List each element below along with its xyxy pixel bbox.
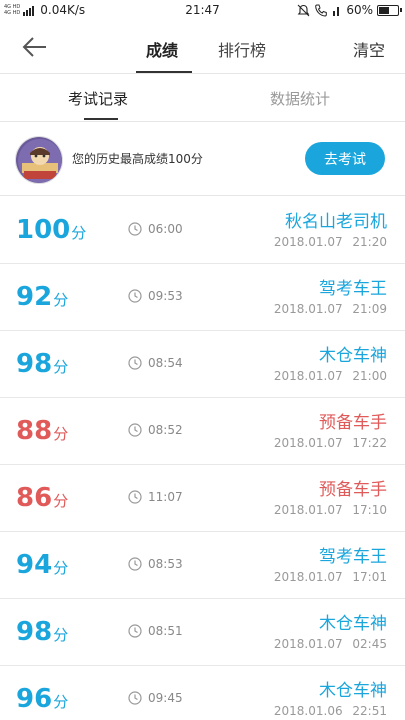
record-row[interactable]: 88分 08:52 预备车手 2018.01.07 17:22 xyxy=(0,398,405,465)
record-score: 94分 xyxy=(16,550,68,583)
record-datetime: 2018.01.07 17:22 xyxy=(273,436,387,450)
back-button[interactable] xyxy=(18,32,52,62)
sub-tabs: 考试记录 数据统计 xyxy=(0,74,405,122)
battery-icon xyxy=(377,4,402,16)
record-title: 驾考车王 xyxy=(319,547,387,567)
record-duration-text: 09:53 xyxy=(148,289,183,303)
tab-leaderboard[interactable]: 排行榜 xyxy=(218,37,266,61)
record-duration-text: 08:54 xyxy=(148,356,183,370)
record-score-unit: 分 xyxy=(53,425,69,443)
record-duration: 08:51 xyxy=(128,624,183,638)
record-title: 预备车手 xyxy=(319,480,387,500)
record-row[interactable]: 98分 08:51 木仓车神 2018.01.07 02:45 xyxy=(0,599,405,666)
clock-icon xyxy=(128,423,142,437)
record-score-value: 98 xyxy=(16,349,53,379)
tab-exam-records[interactable]: 考试记录 xyxy=(68,88,128,109)
clock-icon xyxy=(128,490,142,504)
record-duration: 09:45 xyxy=(128,691,183,705)
mute-bell-icon xyxy=(297,4,310,16)
record-duration: 08:52 xyxy=(128,423,183,437)
record-datetime: 2018.01.07 21:09 xyxy=(273,302,387,316)
active-subtab-indicator xyxy=(84,118,118,120)
record-score-unit: 分 xyxy=(53,492,69,510)
record-duration: 11:07 xyxy=(128,490,183,504)
record-datetime: 2018.01.07 21:00 xyxy=(273,369,387,383)
record-duration-text: 06:00 xyxy=(148,222,183,236)
best-score-text: 您的历史最高成绩100分 xyxy=(72,152,203,166)
status-bar: 4G HD 4G HD 0.04K/s 21:47 60% xyxy=(0,0,405,22)
record-row[interactable]: 92分 09:53 驾考车王 2018.01.07 21:09 xyxy=(0,264,405,331)
record-row[interactable]: 86分 11:07 预备车手 2018.01.07 17:10 xyxy=(0,465,405,532)
clock-icon xyxy=(128,356,142,370)
hd-call-icon xyxy=(315,4,328,17)
record-score-unit: 分 xyxy=(71,224,87,242)
record-title: 木仓车神 xyxy=(319,346,387,366)
record-duration-text: 09:45 xyxy=(148,691,183,705)
record-duration-text: 08:52 xyxy=(148,423,183,437)
battery-percent: 60% xyxy=(346,3,373,17)
tab-data-stats[interactable]: 数据统计 xyxy=(270,88,330,109)
record-score: 88分 xyxy=(16,416,68,449)
clock-icon xyxy=(128,691,142,705)
clock-icon xyxy=(128,289,142,303)
record-duration-text: 11:07 xyxy=(148,490,183,504)
record-score-value: 100 xyxy=(16,215,71,245)
record-score: 100分 xyxy=(16,215,86,248)
record-score-unit: 分 xyxy=(53,693,69,711)
record-score-value: 96 xyxy=(16,684,53,714)
record-title: 驾考车王 xyxy=(319,279,387,299)
avatar xyxy=(15,136,63,184)
record-score-unit: 分 xyxy=(53,291,69,309)
record-score-value: 86 xyxy=(16,483,53,513)
record-title: 预备车手 xyxy=(319,413,387,433)
record-score: 92分 xyxy=(16,282,68,315)
record-score-unit: 分 xyxy=(53,559,69,577)
record-datetime: 2018.01.07 17:01 xyxy=(273,570,387,584)
record-score-unit: 分 xyxy=(53,358,69,376)
arrow-left-icon xyxy=(22,37,46,57)
clock-icon xyxy=(128,624,142,638)
record-score-value: 94 xyxy=(16,550,53,580)
record-score-value: 92 xyxy=(16,282,53,312)
record-score-unit: 分 xyxy=(53,626,69,644)
records-list: 100分 06:00 秋名山老司机 2018.01.07 21:20 92分 0… xyxy=(0,197,405,720)
record-score: 96分 xyxy=(16,684,68,717)
status-right: 60% xyxy=(297,3,402,17)
record-score: 86分 xyxy=(16,483,68,516)
record-duration: 08:54 xyxy=(128,356,183,370)
top-nav: 成绩 排行榜 清空 xyxy=(0,24,405,74)
record-score: 98分 xyxy=(16,349,68,382)
record-datetime: 2018.01.07 17:10 xyxy=(273,503,387,517)
avatar-cartoon-image xyxy=(16,137,62,183)
record-title: 木仓车神 xyxy=(319,614,387,634)
record-title: 木仓车神 xyxy=(319,681,387,701)
record-row[interactable]: 96分 09:45 木仓车神 2018.01.06 22:51 xyxy=(0,666,405,720)
active-tab-indicator xyxy=(136,71,192,73)
best-score-banner: 您的历史最高成绩100分 去考试 xyxy=(0,122,405,196)
record-duration: 06:00 xyxy=(128,222,183,236)
record-duration-text: 08:53 xyxy=(148,557,183,571)
record-score-value: 88 xyxy=(16,416,53,446)
tab-score[interactable]: 成绩 xyxy=(146,37,178,61)
record-duration-text: 08:51 xyxy=(148,624,183,638)
take-exam-button[interactable]: 去考试 xyxy=(305,142,385,175)
clear-button[interactable]: 清空 xyxy=(353,37,385,61)
record-score: 98分 xyxy=(16,617,68,650)
record-row[interactable]: 100分 06:00 秋名山老司机 2018.01.07 21:20 xyxy=(0,197,405,264)
record-row[interactable]: 94分 08:53 驾考车王 2018.01.07 17:01 xyxy=(0,532,405,599)
battery-level xyxy=(379,6,390,14)
record-datetime: 2018.01.06 22:51 xyxy=(273,704,387,718)
record-score-value: 98 xyxy=(16,617,53,647)
record-row[interactable]: 98分 08:54 木仓车神 2018.01.07 21:00 xyxy=(0,331,405,398)
record-title: 秋名山老司机 xyxy=(285,212,387,232)
clock-icon xyxy=(128,557,142,571)
record-datetime: 2018.01.07 02:45 xyxy=(273,637,387,651)
clock-icon xyxy=(128,222,142,236)
record-duration: 08:53 xyxy=(128,557,183,571)
wifi-icon xyxy=(333,7,340,16)
record-datetime: 2018.01.07 21:20 xyxy=(273,235,387,249)
record-duration: 09:53 xyxy=(128,289,183,303)
